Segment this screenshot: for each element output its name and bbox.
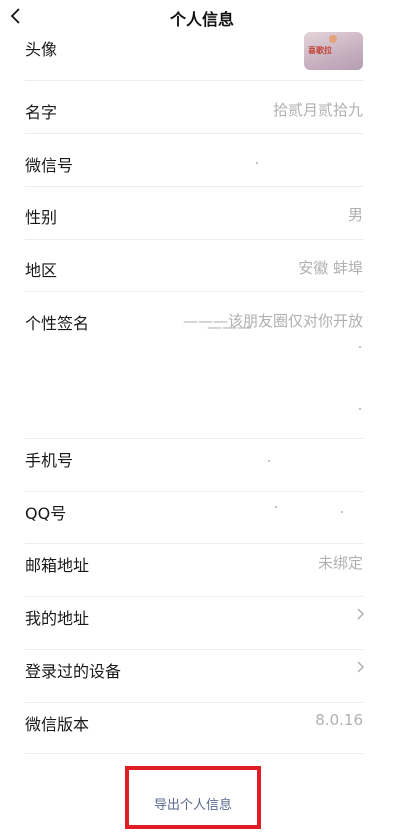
row-wechat-id[interactable]: 微信号 <box>25 134 363 187</box>
row-wechat-version: 微信版本 8.0.16 <box>25 703 363 754</box>
avatar[interactable]: 喜歌拉 <box>304 32 363 70</box>
avatar-label: 头像 <box>25 40 58 59</box>
gender-label: 性别 <box>25 208 58 227</box>
email-label: 邮箱地址 <box>25 556 90 575</box>
name-value: 拾贰月贰拾九 <box>272 101 363 119</box>
wechat-version-label: 微信版本 <box>25 715 90 734</box>
redaction-dot <box>256 162 258 164</box>
row-avatar[interactable]: 头像 喜歌拉 <box>25 32 363 81</box>
row-email[interactable]: 邮箱地址 未绑定 <box>25 544 363 597</box>
row-name[interactable]: 名字 拾贰月贰拾九 <box>25 81 363 134</box>
row-login-devices[interactable]: 登录过的设备 <box>25 650 365 703</box>
page-title: 个人信息 <box>169 10 234 29</box>
top-bar: 个人信息 <box>0 0 404 34</box>
my-address-label: 我的地址 <box>25 609 90 628</box>
redaction-dot <box>268 460 270 462</box>
gender-value: 男 <box>347 206 363 224</box>
email-value: 未绑定 <box>317 554 363 572</box>
region-value: 安徽 蚌埠 <box>298 259 363 277</box>
row-signature[interactable]: 个性签名 ———该朋友圈仅对你开放 ——— <box>25 292 363 439</box>
redaction-dot <box>275 506 277 508</box>
login-devices-label: 登录过的设备 <box>25 662 122 681</box>
signature-value-line2: ——— <box>207 318 252 336</box>
redaction-dot <box>359 408 361 410</box>
avatar-thumb-text: 喜歌拉 <box>308 46 332 55</box>
wechat-id-label: 微信号 <box>25 156 74 175</box>
row-phone[interactable]: 手机号 <box>25 439 363 492</box>
wechat-version-value: 8.0.16 <box>315 711 363 729</box>
region-label: 地区 <box>25 261 58 280</box>
name-label: 名字 <box>25 103 58 122</box>
signature-label: 个性签名 <box>25 314 90 333</box>
redaction-dot <box>359 346 361 348</box>
phone-label: 手机号 <box>25 451 74 470</box>
redaction-dot <box>341 511 343 513</box>
row-qq[interactable]: QQ号 <box>25 492 363 544</box>
export-personal-info-link[interactable]: 导出个人信息 <box>129 794 257 813</box>
chevron-right-icon <box>357 661 365 673</box>
export-highlight-box: 导出个人信息 <box>125 766 261 829</box>
chevron-right-icon <box>357 608 365 620</box>
row-gender[interactable]: 性别 男 <box>25 187 363 240</box>
row-my-address[interactable]: 我的地址 <box>25 597 365 650</box>
qq-label: QQ号 <box>25 504 67 523</box>
avatar-flower-decoration <box>329 35 337 43</box>
row-region[interactable]: 地区 安徽 蚌埠 <box>25 240 363 292</box>
